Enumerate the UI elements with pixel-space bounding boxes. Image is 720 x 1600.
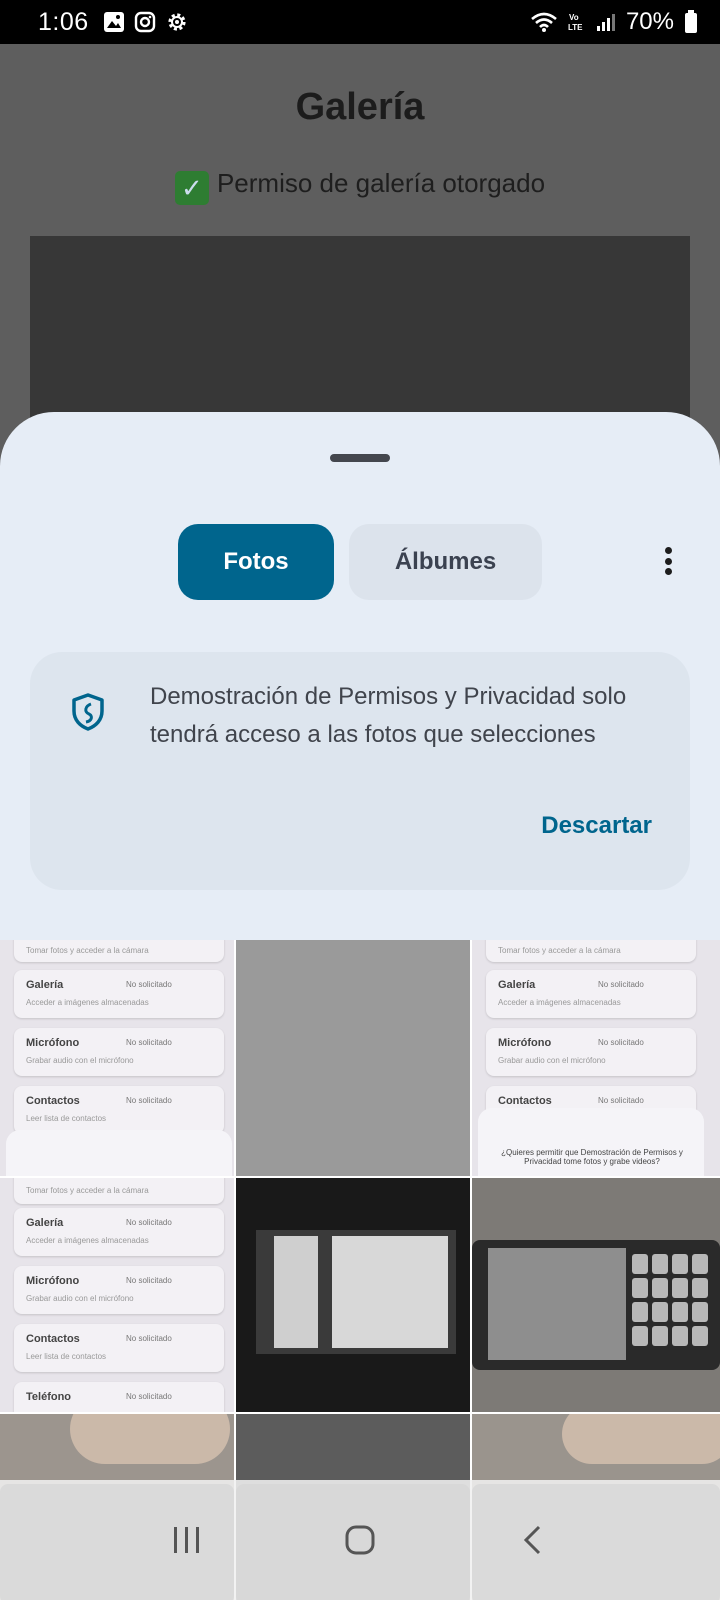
- photo-thumbnail[interactable]: Tomar fotos y acceder a la cámara Galerí…: [472, 940, 720, 1176]
- tab-albums[interactable]: Álbumes: [349, 524, 542, 600]
- thumb-row-badge: No solicitado: [126, 1218, 172, 1227]
- thumb-row-title: Micrófono: [498, 1037, 552, 1049]
- status-time: 1:06: [38, 7, 89, 36]
- permission-status-text: Permiso de galería otorgado: [216, 168, 546, 198]
- thumb-caption: Tomar fotos y acceder a la cámara: [26, 946, 149, 955]
- thumb-row-subtitle: Grabar audio con el micrófono: [26, 1294, 134, 1303]
- thumb-row-badge: No solicitado: [126, 1392, 172, 1401]
- volte-icon: Vo LTE: [568, 11, 586, 33]
- thumb-row-title: Galería: [26, 1217, 64, 1229]
- thumb-row-title: Contactos: [26, 1095, 80, 1107]
- home-button[interactable]: [330, 1510, 390, 1570]
- thumb-row-subtitle: Leer lista de contactos: [26, 1114, 107, 1123]
- thumb-row-badge: No solicitado: [126, 1096, 172, 1105]
- svg-text:Vo: Vo: [569, 13, 579, 22]
- navigation-bar: [0, 1480, 720, 1600]
- thumb-row-title: Micrófono: [26, 1037, 80, 1049]
- battery-percent: 70%: [625, 8, 674, 35]
- check-mark-icon: ✓: [174, 171, 209, 205]
- thumb-row-badge: No solicitado: [126, 1276, 172, 1285]
- photo-thumbnail[interactable]: [472, 1178, 720, 1412]
- photo-thumbnail[interactable]: Tomar fotos y acceder a la cámara Galerí…: [0, 940, 234, 1176]
- photo-thumbnail[interactable]: Tomar fotos y acceder a la cámara Galerí…: [0, 1178, 234, 1412]
- tab-photos[interactable]: Fotos: [178, 524, 334, 600]
- thumb-row-subtitle: Grabar audio con el micrófono: [26, 1056, 134, 1065]
- recents-icon: [173, 1527, 199, 1553]
- photo-picker-sheet: Fotos Álbumes Demostración de Permisos y…: [0, 412, 720, 940]
- recent-apps-button[interactable]: [157, 1510, 217, 1570]
- thumb-row-badge: No solicitado: [126, 1038, 172, 1047]
- signal-icon: [596, 11, 616, 33]
- thumb-row-title: Galería: [498, 979, 536, 991]
- drag-handle[interactable]: [330, 454, 390, 462]
- permission-status: ✓ Permiso de galería otorgado: [0, 168, 720, 205]
- thumb-row-subtitle: Acceder a imágenes almacenadas: [498, 998, 621, 1007]
- settings-gear-icon: [165, 10, 189, 34]
- page-title: Galería: [295, 86, 425, 128]
- thumb-caption: Tomar fotos y acceder a la cámara: [26, 1186, 149, 1195]
- instagram-icon: [134, 11, 156, 33]
- thumb-row-title: Contactos: [498, 1095, 552, 1107]
- wifi-icon: [530, 11, 558, 33]
- thumb-caption: Tomar fotos y acceder a la cámara: [498, 946, 621, 955]
- camera-permission-prompt: ¿Quieres permitir que Demostración de Pe…: [501, 1148, 683, 1166]
- thumb-row-subtitle: Grabar audio con el micrófono: [498, 1056, 606, 1065]
- privacy-info-card: Demostración de Permisos y Privacidad so…: [30, 652, 690, 890]
- thumb-row-badge: No solicitado: [126, 980, 172, 989]
- thumb-row-title: Teléfono: [26, 1391, 72, 1403]
- home-icon: [345, 1525, 375, 1555]
- back-button[interactable]: [503, 1510, 563, 1570]
- battery-icon: [684, 10, 698, 34]
- thumb-row-title: Galería: [26, 979, 64, 991]
- svg-text:LTE: LTE: [568, 23, 583, 32]
- privacy-info-message: Demostración de Permisos y Privacidad so…: [150, 683, 627, 748]
- thumb-row-badge: No solicitado: [598, 980, 644, 989]
- thumb-row-subtitle: Leer lista de contactos: [26, 1352, 107, 1361]
- thumb-row-title: Contactos: [26, 1333, 80, 1345]
- shield-icon: [70, 692, 106, 737]
- back-icon: [524, 1525, 541, 1555]
- thumb-row-title: Micrófono: [26, 1275, 80, 1287]
- gallery-notification-icon: [103, 11, 125, 33]
- status-bar: 1:06 Vo LTE 70%: [0, 0, 720, 44]
- thumb-row-subtitle: Acceder a imágenes almacenadas: [26, 1236, 149, 1245]
- more-options-icon[interactable]: [650, 543, 686, 579]
- dismiss-button[interactable]: Descartar: [541, 812, 652, 840]
- photo-thumbnail[interactable]: [236, 1178, 470, 1412]
- thumb-row-badge: No solicitado: [598, 1038, 644, 1047]
- thumb-row-badge: No solicitado: [126, 1334, 172, 1343]
- thumb-row-badge: No solicitado: [598, 1096, 644, 1105]
- photo-thumbnail[interactable]: [236, 940, 470, 1176]
- thumb-row-subtitle: Acceder a imágenes almacenadas: [26, 998, 149, 1007]
